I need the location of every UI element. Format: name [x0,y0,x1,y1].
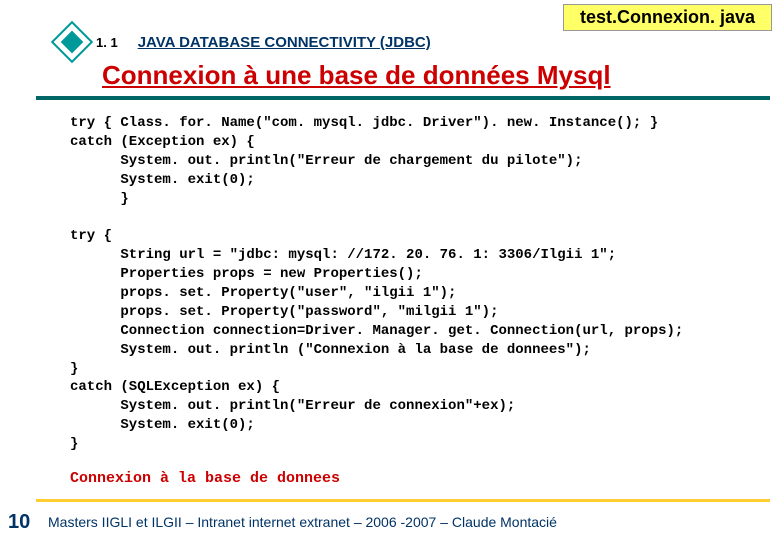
footer-rule [36,499,770,502]
code-block: try { Class. for. Name("com. mysql. jdbc… [70,114,760,454]
section-number: 1. 1 [96,35,118,50]
section-header: 1. 1 JAVA DATABASE CONNECTIVITY (JDBC) [0,20,780,64]
page-number: 10 [8,511,30,534]
output-line: Connexion à la base de donnees [70,470,340,487]
slide-title: Connexion à une base de données Mysql [102,60,611,91]
section-label: JAVA DATABASE CONNECTIVITY (JDBC) [138,34,431,51]
footer-text: Masters IIGLI et ILGII – Intranet intern… [48,514,770,530]
section-bullet: 1. 1 [50,20,118,64]
diamond-icon [50,20,94,64]
title-rule [36,96,770,100]
